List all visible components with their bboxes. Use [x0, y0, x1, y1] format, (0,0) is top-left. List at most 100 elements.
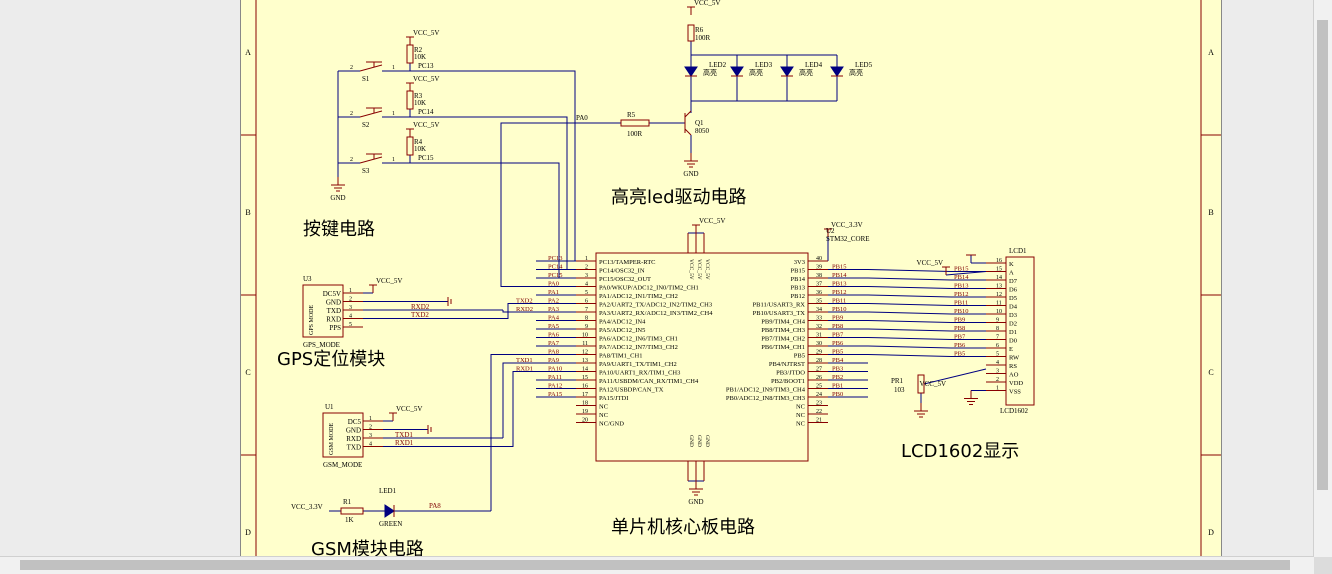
mcu-pin-function: PB6/TIM4_CH1 [761, 344, 805, 351]
vertical-scroll-thumb[interactable] [1317, 20, 1328, 490]
power-label: VCC_3.3V [291, 503, 323, 511]
mcu-pin-function: PB10/USART3_TX [753, 310, 806, 317]
led-led4 [780, 66, 794, 77]
mcu-pin-function: PA3/UART2_RX/ADC12_IN3/TIM2_CH4 [599, 310, 713, 317]
mcu-to-lcd-wire [867, 354, 952, 357]
lcd-pin-function: E [1009, 346, 1013, 353]
mcu-pin-function: PA1/ADC12_IN1/TIM2_CH2 [599, 293, 678, 300]
schematic-viewport[interactable]: AABBCCDD 2 1 S1 VCC_5V R2 10K PC13 2 1 S2 VCC_5V R3… [0, 0, 1314, 557]
pin-number: 2 [585, 265, 588, 271]
mcu-to-lcd-wire [867, 320, 952, 323]
mcu-pin-function: PC13/TAMPER-RTC [599, 259, 656, 266]
pin-number: 5 [996, 352, 999, 358]
lcd-pin-function: D1 [1009, 329, 1017, 336]
pin-number: 31 [816, 333, 822, 339]
lcd-pin-function: VDD [1009, 380, 1023, 387]
mcu-pin-function: GND [688, 435, 694, 447]
module-pin-name: TXD [347, 444, 361, 452]
pin-number: 33 [816, 316, 822, 322]
section-title-lcd: LCD1602显示 [901, 441, 1019, 462]
mcu-pin-function: PB14 [791, 276, 806, 283]
switch-contact [359, 156, 383, 164]
net-label: PB0 [832, 391, 843, 398]
pin-number: 1 [585, 256, 588, 262]
net-label: PA8 [429, 502, 441, 510]
frame-row-label-right: C [1208, 368, 1213, 377]
net-label: PB3 [832, 366, 843, 373]
gsm-to-mcu-wire [508, 371, 536, 447]
transistor-collector [684, 110, 692, 118]
net-label: PC15 [548, 272, 562, 279]
net-label: PA1 [548, 289, 559, 296]
pin-number: 28 [816, 358, 822, 364]
pin-number: 23 [816, 401, 822, 407]
mcu-pin-function: PB3/JTDO [776, 370, 805, 377]
net-label: PA8 [548, 349, 559, 356]
mcu-to-lcd-wire [867, 345, 952, 349]
schematic-drawing: A AB BC CD D 2 1S1VCC_5VR210KPC132 1S2VCC_5VR3… [241, 0, 1221, 557]
section-title-gps: GPS定位模块 [277, 349, 385, 370]
net-label: PB11 [832, 298, 846, 305]
net-label: PB10 [832, 306, 846, 313]
net-label: PA0 [548, 281, 559, 288]
net-label: PA5 [548, 323, 559, 330]
pin-number: 14 [996, 275, 1002, 281]
lcd-name: LCD1602 [1000, 407, 1029, 415]
lcd-pin-function: D6 [1009, 287, 1018, 294]
vertical-scrollbar[interactable] [1313, 0, 1332, 557]
pin-number: 8 [996, 326, 999, 332]
pin-number: 32 [816, 324, 822, 330]
horizontal-scrollbar[interactable] [0, 556, 1314, 574]
led-label: 高亮 [849, 68, 863, 77]
section-title-button-circuit: 按键电路 [303, 219, 375, 240]
mcu-pin-function: PC15/OSC32_OUT [599, 276, 651, 283]
mcu-to-lcd-wire [867, 277, 952, 281]
lcd-pin-function: D3 [1009, 312, 1017, 319]
transistor-emitter [684, 128, 692, 136]
lcd-pin-function: D0 [1009, 338, 1017, 345]
module-body-label: GSM MODE [329, 422, 335, 455]
pin-number: 39 [816, 265, 822, 271]
net-label: PC13 [418, 62, 434, 70]
horizontal-scroll-thumb[interactable] [20, 560, 1290, 570]
mcu-pin-function: NC [796, 421, 805, 428]
pin-number: 4 [585, 282, 588, 288]
mcu-to-lcd-wire [867, 303, 952, 306]
pin-number: 7 [996, 335, 999, 341]
gsm-to-mcu-wire [502, 362, 536, 438]
led-to-mcu-wire [500, 122, 586, 287]
resistor-value: 10K [414, 53, 426, 61]
lcd-pin-function: A [1009, 270, 1014, 277]
module-body-label: GPS MODE [309, 304, 315, 335]
lcd-pin-function: RW [1009, 355, 1020, 362]
frame-row-label-right: A [1208, 48, 1214, 57]
mcu-pin-function: NC [796, 412, 805, 419]
net-label: PA9 [548, 357, 559, 364]
mcu-pin-function: PA7/ADC12_IN7/TIM3_CH2 [599, 344, 678, 351]
pin-number: 13 [582, 358, 588, 364]
frame-row-label-left: A [245, 48, 251, 57]
mcu-pin-function: PA9/UART1_TX/TIM1_CH2 [599, 361, 677, 368]
pin-number: 4 [349, 314, 352, 320]
module-pin-name: DC5 [348, 418, 362, 426]
pin-number: 12 [996, 292, 1002, 298]
net-label: PA0 [576, 114, 588, 122]
pin-number: 10 [996, 309, 1002, 315]
net-label: PB6 [832, 340, 844, 347]
module-pin-name: GND [346, 427, 361, 435]
net-label: PC14 [418, 108, 434, 116]
pin-number: 7 [585, 307, 588, 313]
resistor-value: 100R [627, 130, 643, 138]
resistor-ref: R1 [343, 498, 352, 506]
pin-number: 15 [582, 375, 588, 381]
net-label: TXD2 [411, 311, 429, 319]
led-label: 高亮 [749, 68, 763, 77]
frame-row-label-right: D [1208, 528, 1214, 537]
net-label: PC15 [418, 154, 434, 162]
power-label: VCC_5V [920, 380, 946, 388]
pin-number: 5 [349, 322, 352, 328]
pin-number: 8 [585, 316, 588, 322]
pin-number: 1 [392, 157, 395, 163]
mcu-to-lcd-wire [867, 311, 952, 315]
switch-contact [359, 110, 383, 118]
